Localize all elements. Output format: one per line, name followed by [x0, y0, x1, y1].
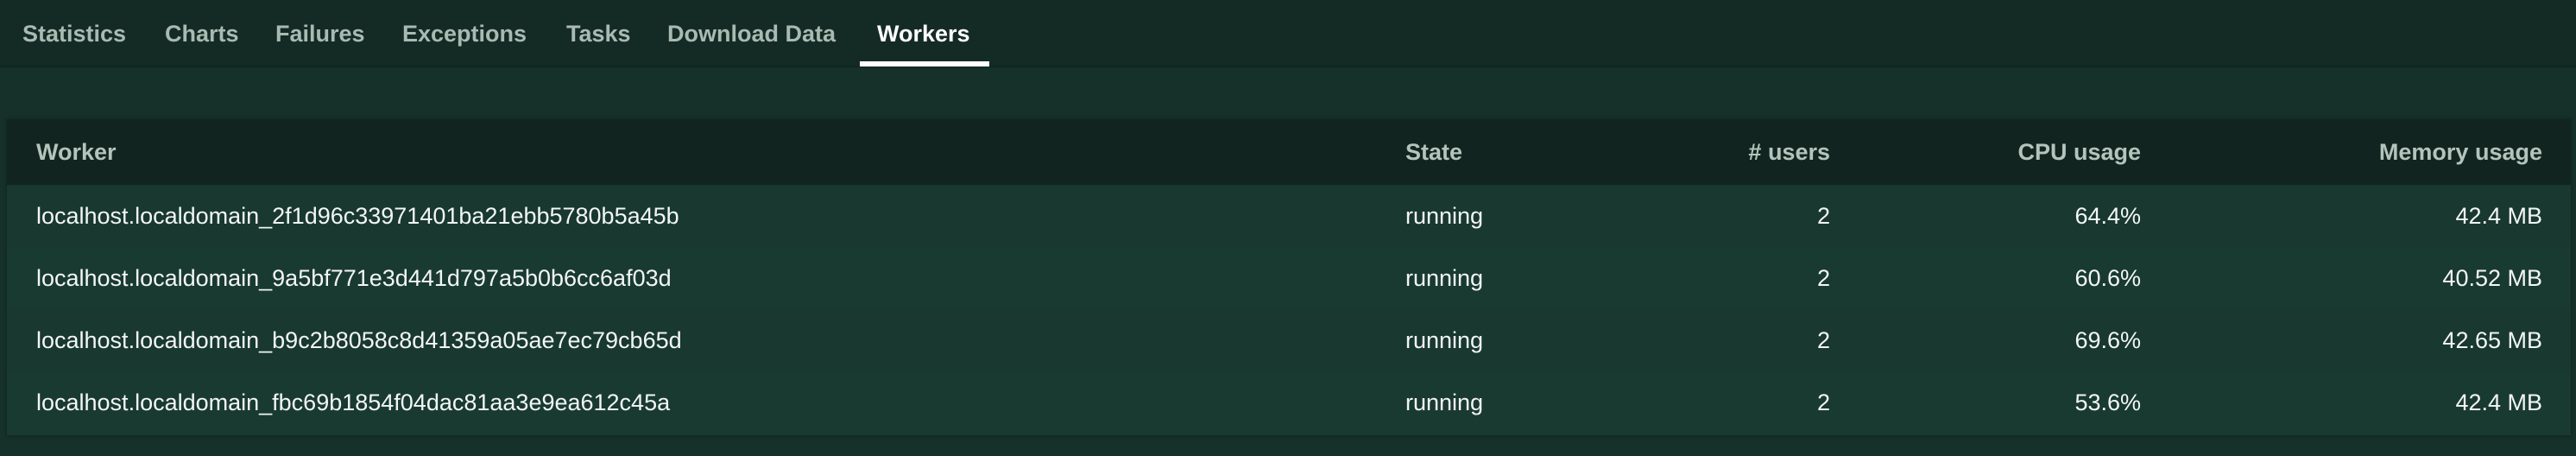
worker-users: 2 [1816, 264, 1830, 291]
worker-users: 2 [1816, 389, 1830, 415]
worker-cpu-usage: 64.4% [2074, 202, 2141, 229]
worker-users: 2 [1816, 202, 1830, 229]
worker-state: running [1405, 264, 1484, 291]
tab-download-data[interactable]: Download Data [667, 0, 836, 67]
tab-statistics[interactable]: Statistics [22, 0, 126, 67]
tab-exceptions[interactable]: Exceptions [402, 0, 527, 67]
worker-memory-usage: 40.52 MB [2442, 264, 2542, 291]
worker-cpu-usage: 60.6% [2074, 264, 2141, 291]
tab-bar: Statistics Charts Failures Exceptions Ta… [0, 0, 2576, 67]
active-tab-indicator [860, 61, 989, 66]
worker-users: 2 [1816, 326, 1830, 353]
tab-failures[interactable]: Failures [275, 0, 365, 67]
column-header-cpu-usage[interactable]: CPU usage [2017, 119, 2141, 185]
column-header-state[interactable]: State [1405, 119, 1462, 185]
column-header-memory-usage[interactable]: Memory usage [2379, 119, 2542, 185]
table-header: Worker State # users CPU usage Memory us… [7, 119, 2571, 185]
worker-memory-usage: 42.4 MB [2455, 389, 2542, 415]
table-row: localhost.localdomain_b9c2b8058c8d41359a… [7, 309, 2571, 371]
worker-name: localhost.localdomain_9a5bf771e3d441d797… [36, 264, 672, 291]
worker-name: localhost.localdomain_fbc69b1854f04dac81… [36, 389, 671, 415]
column-header-users[interactable]: # users [1748, 119, 1830, 185]
column-header-worker[interactable]: Worker [36, 119, 117, 185]
worker-state: running [1405, 326, 1484, 353]
worker-state: running [1405, 389, 1484, 415]
worker-memory-usage: 42.4 MB [2455, 202, 2542, 229]
table-row: localhost.localdomain_fbc69b1854f04dac81… [7, 371, 2571, 434]
worker-name: localhost.localdomain_2f1d96c33971401ba2… [36, 202, 679, 229]
table-row: localhost.localdomain_9a5bf771e3d441d797… [7, 247, 2571, 309]
table-row: localhost.localdomain_2f1d96c33971401ba2… [7, 185, 2571, 247]
worker-cpu-usage: 53.6% [2074, 389, 2141, 415]
tab-workers[interactable]: Workers [877, 0, 970, 67]
worker-cpu-usage: 69.6% [2074, 326, 2141, 353]
tab-charts[interactable]: Charts [165, 0, 239, 67]
worker-name: localhost.localdomain_b9c2b8058c8d41359a… [36, 326, 682, 353]
tab-tasks[interactable]: Tasks [566, 0, 631, 67]
workers-table: Worker State # users CPU usage Memory us… [7, 119, 2571, 435]
worker-state: running [1405, 202, 1484, 229]
worker-memory-usage: 42.65 MB [2442, 326, 2542, 353]
